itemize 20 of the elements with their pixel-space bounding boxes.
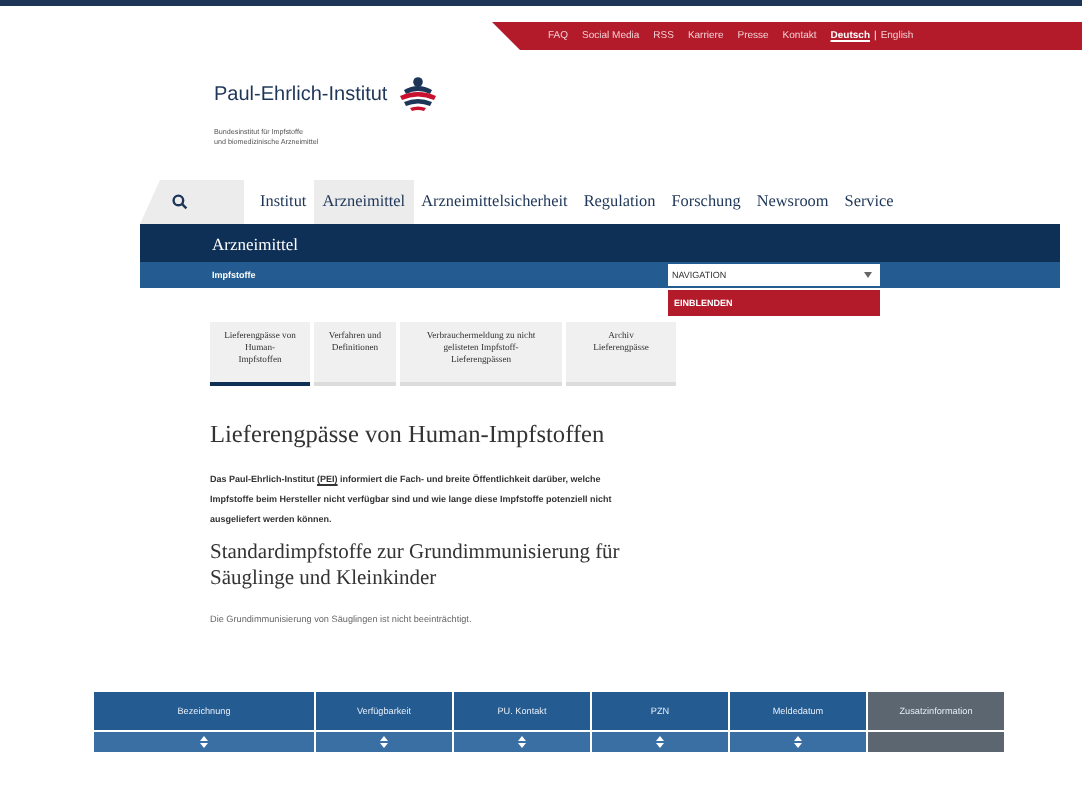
nav-item[interactable]: Forschung: [663, 180, 749, 224]
nav-item[interactable]: Regulation: [575, 180, 664, 224]
nav-item[interactable]: Arzneimittel: [314, 180, 414, 224]
sort-icon[interactable]: [518, 735, 526, 748]
page-heading: Lieferengpässe von Human-Impfstoffen: [210, 420, 607, 450]
sort-icon[interactable]: [656, 735, 664, 748]
sort-icon[interactable]: [794, 735, 802, 748]
sort-cell: [868, 731, 1004, 752]
search-icon: [172, 194, 188, 210]
nav-item[interactable]: Institut: [252, 180, 315, 224]
nav-item[interactable]: Arzneimittelsicherheit: [413, 180, 576, 224]
section-title: Arzneimittel: [212, 233, 298, 253]
sort-icon[interactable]: [380, 735, 388, 748]
nav-item[interactable]: Newsroom: [748, 180, 837, 224]
caret-icon: [864, 272, 872, 278]
nav-item[interactable]: Service: [836, 180, 902, 224]
logo-text: Paul-Ehrlich-Institut: [214, 83, 388, 105]
section-heading: Standardimpfstoffe zur Grundimmunisierung für Säuglinge und Kleinkinder: [210, 539, 622, 594]
eagle-logo-icon: [395, 76, 440, 112]
sort-icon[interactable]: [200, 735, 208, 748]
